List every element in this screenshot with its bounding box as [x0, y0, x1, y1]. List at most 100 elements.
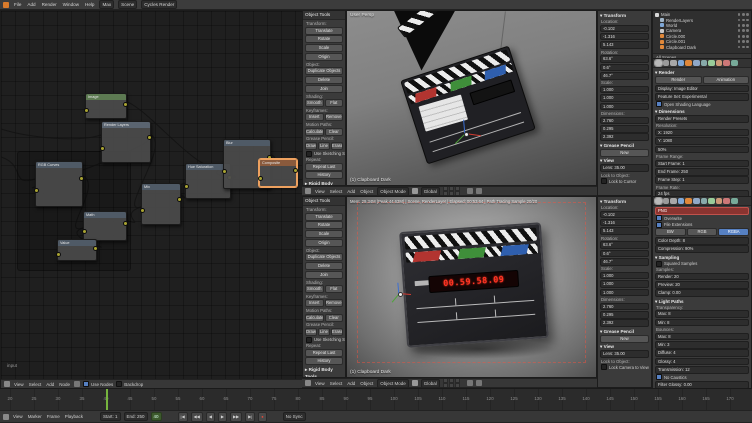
timeline-menu-marker[interactable]: Marker — [27, 414, 43, 419]
tab-data[interactable] — [708, 198, 715, 205]
eye-icon[interactable] — [738, 46, 741, 49]
tab-modifiers[interactable] — [701, 60, 708, 67]
tab-modifiers[interactable] — [701, 198, 708, 205]
lock-camera-to-view-checkbox[interactable]: Lock Camera to View — [601, 364, 648, 370]
eye-icon[interactable] — [738, 19, 741, 22]
view3d-menu-select[interactable]: Select — [329, 189, 344, 194]
rigid-body-tools-panel-header[interactable]: ▸ Rigid Body Tools — [304, 366, 344, 373]
output-socket[interactable] — [147, 135, 152, 140]
translate-button[interactable]: Translate — [305, 27, 343, 35]
eye-icon[interactable] — [738, 35, 741, 38]
layers-widget[interactable] — [443, 186, 464, 196]
0-6-field[interactable]: 0.6° — [600, 250, 649, 258]
calculate-button[interactable]: Calculate — [305, 128, 324, 136]
eye-icon[interactable] — [738, 40, 741, 43]
transform-orientation-dropdown[interactable]: Global — [421, 379, 440, 388]
5-143-field[interactable]: 5.143 — [600, 41, 649, 49]
squared-samples-checkbox[interactable]: Squared Samples — [656, 261, 748, 267]
node-menu-select[interactable]: Select — [28, 382, 43, 387]
node-mix[interactable]: Mix — [141, 183, 181, 225]
snap-magnet-icon[interactable] — [467, 380, 473, 386]
timeline-menu-view[interactable]: View — [12, 414, 24, 419]
0-295-field[interactable]: 0.295 — [600, 125, 649, 133]
max-8-field[interactable]: Max: 8 — [655, 333, 749, 341]
smooth-button[interactable]: Smooth — [305, 99, 324, 107]
view3d-menu-view[interactable]: View — [314, 381, 326, 386]
tab-physics[interactable] — [731, 60, 738, 67]
clear-button[interactable]: Clear — [325, 128, 344, 136]
transform-panel-header[interactable]: ▾ Transform — [599, 198, 650, 205]
layers-widget[interactable] — [443, 378, 464, 388]
preview-20-field[interactable]: Preview: 20 — [655, 281, 749, 289]
clamp-0-00-field[interactable]: Clamp: 0.00 — [655, 289, 749, 297]
render-20-field[interactable]: Render: 20 — [655, 273, 749, 281]
select-arrow-icon[interactable] — [742, 29, 745, 32]
lock-to-cursor-checkbox[interactable]: Lock to Cursor — [601, 178, 648, 184]
render-opengl-icon[interactable] — [476, 188, 482, 194]
0-102-field[interactable]: -0.102 — [600, 25, 649, 33]
glossy-4-field[interactable]: Glossy: 4 — [655, 358, 749, 366]
input-socket[interactable] — [56, 252, 61, 257]
screen-layout-selector[interactable]: Max — [99, 0, 114, 9]
outliner-item-clapboard-dark[interactable]: Clapboard Dark — [653, 44, 751, 49]
feature-set-experimental-field[interactable]: Feature Set: Experimental — [655, 93, 749, 101]
flat-button[interactable]: Flat — [325, 285, 344, 293]
info-menu-window[interactable]: Window — [62, 2, 80, 7]
node-image[interactable]: Image — [85, 93, 127, 119]
timeline-ruler[interactable]: 2025303540455055606570758085909510010511… — [0, 388, 752, 410]
light-paths-panel-header[interactable]: ▾ Light Paths — [654, 298, 750, 305]
grease-pencil-panel-header[interactable]: ▾ Grease Pencil — [599, 328, 650, 335]
tab-material[interactable] — [716, 60, 723, 67]
play-reverse-button[interactable]: ◀ — [206, 412, 215, 422]
current-frame-field[interactable]: 40 — [151, 412, 162, 421]
min-8-field[interactable]: Min: 8 — [655, 319, 749, 327]
editor-type-icon[interactable] — [4, 381, 10, 387]
output-socket[interactable] — [177, 197, 182, 202]
input-socket[interactable] — [184, 184, 189, 189]
clapperboard-rendered[interactable]: 00.59.58.09 — [399, 222, 549, 348]
0-6-field[interactable]: 0.6° — [600, 64, 649, 72]
editor-type-icon[interactable] — [3, 414, 9, 420]
dimensions-panel-header[interactable]: ▾ Dimensions — [654, 108, 750, 115]
repeat-last-button[interactable]: Repeat Last — [305, 163, 343, 171]
compression-90-field[interactable]: Compression: 90% — [655, 245, 749, 253]
node-canvas[interactable]: ImageRender LayersRGB CurvesMixHue Satur… — [1, 11, 303, 379]
erase-button[interactable]: Erase — [331, 142, 343, 150]
gizmo-center[interactable] — [398, 292, 403, 297]
info-menu-help[interactable]: Help — [84, 2, 95, 7]
backdrop-toggle[interactable]: Backdrop — [116, 381, 143, 387]
2-760-field[interactable]: 2.760 — [600, 117, 649, 125]
jump-to-start-button[interactable]: |◀ — [178, 412, 188, 422]
mode-dropdown[interactable]: Object Mode — [377, 379, 409, 388]
transmission-12-field[interactable]: Transmission: 12 — [655, 366, 749, 374]
scene-selector[interactable]: Scene — [118, 0, 137, 9]
tab-texture[interactable] — [723, 60, 730, 67]
63-6-field[interactable]: 63.6° — [600, 55, 649, 63]
delete-button[interactable]: Delete — [305, 76, 343, 84]
editor-type-icon[interactable] — [305, 380, 311, 386]
current-frame-cursor[interactable] — [106, 389, 108, 410]
record-button[interactable]: ● — [258, 412, 266, 422]
scale-button[interactable]: Scale — [305, 44, 343, 52]
1-000-field[interactable]: 1.000 — [600, 94, 649, 102]
transform-orientation-dropdown[interactable]: Global — [421, 187, 440, 196]
2-392-field[interactable]: 2.392 — [600, 319, 649, 327]
render-camera-icon[interactable] — [746, 46, 749, 49]
no-caustics-checkbox[interactable]: No Caustics — [656, 375, 748, 381]
display-image-editor-field[interactable]: Display: Image Editor — [655, 85, 749, 93]
remove-button[interactable]: Remove — [325, 113, 344, 121]
delete-button[interactable]: Delete — [305, 262, 343, 270]
1-000-field[interactable]: 1.000 — [600, 86, 649, 94]
view3d-menu-add[interactable]: Add — [346, 189, 356, 194]
view3d-menu-view[interactable]: View — [314, 189, 326, 194]
1-000-field[interactable]: 1.000 — [600, 272, 649, 280]
end-frame-field[interactable]: End: 250 — [124, 412, 148, 421]
play-button[interactable]: ▶ — [218, 412, 227, 422]
63-6-field[interactable]: 63.6° — [600, 241, 649, 249]
line-button[interactable]: Line — [318, 142, 330, 150]
node-value[interactable]: Value — [57, 239, 97, 261]
min-3-field[interactable]: Min: 3 — [655, 341, 749, 349]
node-menu-add[interactable]: Add — [45, 382, 55, 387]
1-000-field[interactable]: 1.000 — [600, 103, 649, 111]
tab-constraints[interactable] — [693, 198, 700, 205]
